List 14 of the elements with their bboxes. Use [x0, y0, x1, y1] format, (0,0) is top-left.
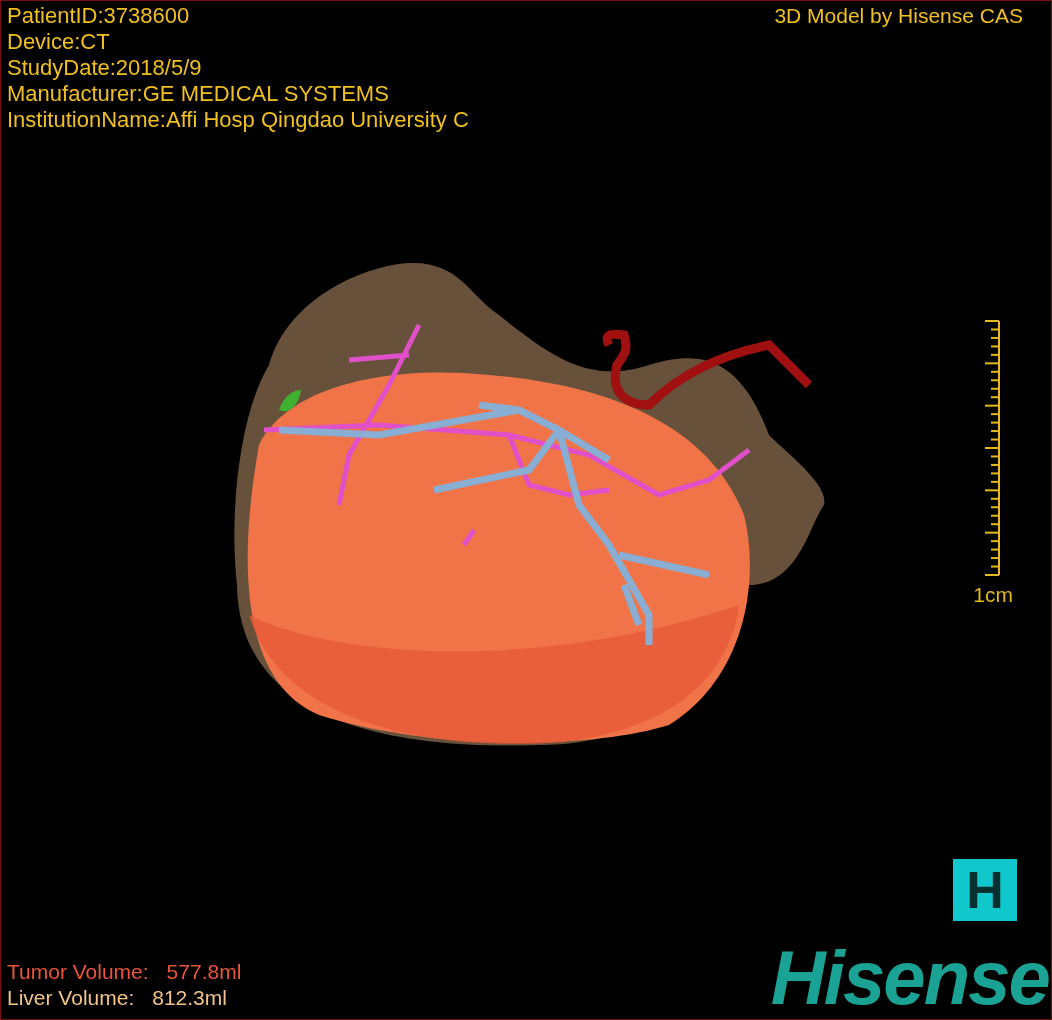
- patient-info-text: Device:CT: [7, 29, 111, 55]
- volume-label: Tumor Volume:: [7, 959, 149, 985]
- logo-badge: H: [953, 859, 1017, 921]
- volume-value: 577.8ml: [166, 959, 242, 985]
- logo-wordmark: Hisense: [770, 945, 1050, 1011]
- volume-label: Liver Volume:: [7, 985, 135, 1011]
- scale-label: 1cm: [973, 582, 1013, 609]
- patient-info-text: StudyDate:2018/5/9: [7, 55, 203, 81]
- patient-info-text: Manufacturer:GE MEDICAL SYSTEMS: [7, 81, 390, 107]
- scale-bar-icon: [985, 319, 1002, 578]
- volume-value: 812.3ml: [152, 985, 227, 1011]
- patient-info-text: PatientID:3738600: [7, 3, 191, 29]
- patient-info-text: InstitutionName:Affi Hosp Qingdao University C: [7, 107, 469, 133]
- model-credit-text: 3D Model by Hisense CAS: [774, 3, 1024, 29]
